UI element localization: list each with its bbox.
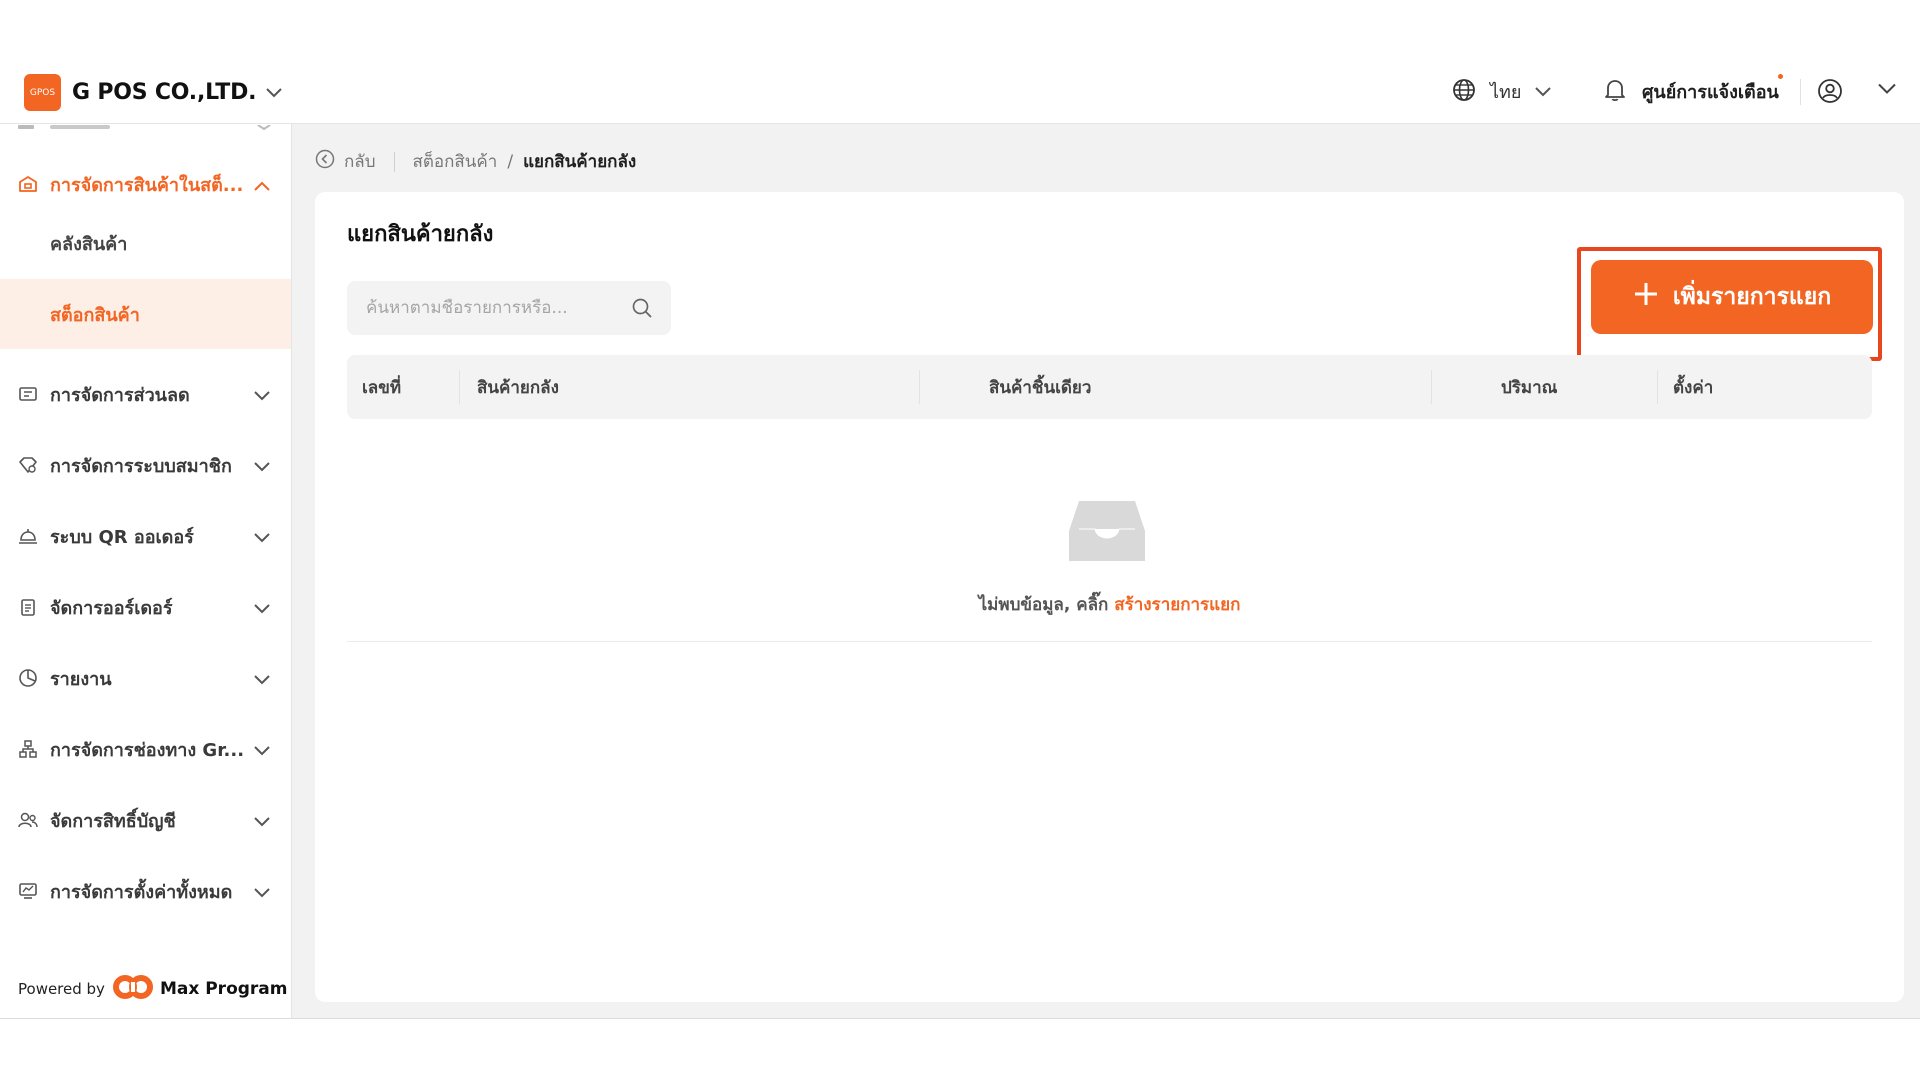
sidebar-item-orders[interactable]: จัดการออร์เดอร์ bbox=[0, 577, 291, 637]
breadcrumb-separator: / bbox=[507, 151, 514, 172]
powered-by: Powered by Max Program bbox=[18, 973, 288, 1005]
table-header: เลขที่ สินค้ายกลัง สินค้าชิ้นเดียว ปริมา… bbox=[347, 355, 1872, 419]
chevron-down-icon bbox=[254, 598, 270, 619]
account-users-icon bbox=[18, 810, 38, 830]
back-circle-icon bbox=[315, 149, 335, 174]
pie-chart-icon bbox=[18, 668, 38, 688]
company-switcher[interactable]: GPOS G POS CO.,LTD. bbox=[24, 74, 283, 111]
language-selector[interactable]: ไทย bbox=[1452, 77, 1552, 106]
warehouse-icon bbox=[18, 174, 38, 194]
chevron-down-icon bbox=[254, 385, 270, 406]
breadcrumb: กลับ สต็อกสินค้า / แยกสินค้ายกลัง bbox=[315, 148, 636, 175]
search-icon[interactable] bbox=[631, 297, 653, 323]
powered-by-brand: Max Program bbox=[159, 979, 288, 999]
sidebar-item-inventory-management[interactable]: การจัดการสินค้าในสต็... bbox=[0, 154, 291, 214]
column-header-quantity: ปริมาณ bbox=[1501, 377, 1558, 398]
notification-center-label: ศูนย์การแจ้งเตือน bbox=[1642, 82, 1779, 103]
discount-icon bbox=[18, 384, 38, 404]
search-input[interactable] bbox=[366, 298, 616, 318]
company-name: G POS CO.,LTD. bbox=[72, 80, 257, 105]
sidebar-subitem-label: คลังสินค้า bbox=[50, 233, 128, 255]
empty-state: ไม่พบข้อมูล, คลิ๊ก สร้างรายการแยก bbox=[347, 419, 1872, 642]
user-avatar-icon[interactable] bbox=[1817, 78, 1843, 108]
sidebar-item-label: จัดการสิทธิ์บัญชี bbox=[50, 810, 176, 832]
top-header: GPOS G POS CO.,LTD. ไทย ศูนย์การแจ้งเตือ… bbox=[0, 61, 1920, 124]
sidebar-item-account-permissions[interactable]: จัดการสิทธิ์บัญชี bbox=[0, 790, 291, 850]
column-separator bbox=[459, 370, 460, 404]
chevron-down-icon bbox=[1535, 82, 1552, 101]
column-separator bbox=[919, 370, 920, 404]
breadcrumb-divider bbox=[393, 151, 395, 172]
service-bell-icon bbox=[18, 526, 38, 546]
bell-icon bbox=[1604, 78, 1626, 106]
sidebar-subitem-stock[interactable]: สต็อกสินค้า bbox=[0, 279, 291, 349]
chevron-down-icon bbox=[254, 740, 270, 761]
sidebar-item-label: รายงาน bbox=[50, 668, 112, 690]
chevron-down-icon bbox=[254, 527, 270, 548]
header-divider bbox=[1800, 79, 1801, 105]
create-split-item-link[interactable]: สร้างรายการแยก bbox=[1114, 595, 1240, 615]
empty-state-text: ไม่พบข้อมูล, คลิ๊ก bbox=[978, 595, 1109, 615]
chevron-down-icon bbox=[254, 811, 270, 832]
user-menu-chevron-icon[interactable] bbox=[1878, 80, 1896, 99]
chevron-down-icon bbox=[254, 669, 270, 690]
sidebar-item-label: การจัดการส่วนลด bbox=[50, 384, 190, 406]
sidebar-subitem-label: สต็อกสินค้า bbox=[50, 304, 140, 326]
add-split-item-button[interactable]: เพิ่มรายการแยก bbox=[1591, 260, 1873, 334]
channel-tree-icon bbox=[18, 739, 38, 759]
chevron-down-icon bbox=[254, 456, 270, 477]
empty-inbox-icon bbox=[1067, 499, 1147, 567]
breadcrumb-current: แยกสินค้ายกลัง bbox=[523, 152, 637, 172]
breadcrumb-parent-link[interactable]: สต็อกสินค้า bbox=[413, 148, 498, 175]
sidebar-item-label: การจัดการตั้งค่าทั้งหมด bbox=[50, 881, 233, 903]
empty-state-message: ไม่พบข้อมูล, คลิ๊ก สร้างรายการแยก bbox=[347, 591, 1872, 618]
sidebar-item-label: การจัดการช่องทาง Gr... bbox=[50, 739, 245, 761]
gpos-logo: GPOS bbox=[24, 74, 61, 111]
sidebar-item-membership[interactable]: การจัดการระบบสมาชิก bbox=[0, 435, 291, 495]
chevron-up-icon bbox=[254, 175, 270, 196]
column-header-number: เลขที่ bbox=[362, 377, 402, 398]
sidebar: การจัดการสินค้าในสต็... คลังสินค้า สต็อก… bbox=[0, 124, 292, 1018]
column-header-bulk-product: สินค้ายกลัง bbox=[477, 377, 559, 398]
column-header-settings: ตั้งค่า bbox=[1673, 377, 1714, 398]
language-label: ไทย bbox=[1490, 82, 1522, 103]
column-separator bbox=[1657, 370, 1658, 404]
sidebar-item-reports[interactable]: รายงาน bbox=[0, 648, 291, 708]
sidebar-item-all-settings[interactable]: การจัดการตั้งค่าทั้งหมด bbox=[0, 861, 291, 921]
sidebar-item-qr-order[interactable]: ระบบ QR ออเดอร์ bbox=[0, 506, 291, 566]
powered-by-label: Powered by bbox=[18, 980, 105, 998]
max-program-logo-icon bbox=[112, 973, 154, 1005]
sidebar-scroll-cutoff bbox=[0, 124, 291, 138]
notification-badge-dot bbox=[1777, 74, 1783, 79]
add-split-item-label: เพิ่มรายการแยก bbox=[1672, 284, 1832, 310]
settings-monitor-icon bbox=[18, 881, 38, 901]
sidebar-item-label: ระบบ QR ออเดอร์ bbox=[50, 526, 194, 548]
sidebar-item-label: การจัดการสินค้าในสต็... bbox=[50, 174, 244, 196]
sidebar-item-channels[interactable]: การจัดการช่องทาง Gr... bbox=[0, 719, 291, 779]
back-button[interactable]: กลับ bbox=[315, 148, 376, 175]
search-box[interactable] bbox=[347, 281, 671, 335]
chevron-down-icon bbox=[254, 882, 270, 903]
content-card: แยกสินค้ายกลัง เพิ่มรายการแยก เลขที่ สิน… bbox=[315, 192, 1904, 1002]
chevron-down-icon[interactable] bbox=[266, 83, 283, 102]
back-label: กลับ bbox=[344, 152, 376, 172]
sidebar-subitem-warehouse[interactable]: คลังสินค้า bbox=[0, 208, 291, 278]
column-header-single-product: สินค้าชิ้นเดียว bbox=[989, 377, 1092, 398]
page-title: แยกสินค้ายกลัง bbox=[347, 222, 494, 247]
column-separator bbox=[1431, 370, 1432, 404]
notification-center-button[interactable]: ศูนย์การแจ้งเตือน bbox=[1604, 74, 1783, 106]
plus-icon bbox=[1633, 281, 1659, 313]
app-window: GPOS G POS CO.,LTD. ไทย ศูนย์การแจ้งเตือ… bbox=[0, 61, 1920, 1019]
sidebar-item-discount[interactable]: การจัดการส่วนลด bbox=[0, 364, 291, 424]
member-diamond-icon bbox=[18, 455, 38, 475]
clipboard-icon bbox=[18, 597, 38, 617]
globe-icon bbox=[1452, 78, 1476, 106]
sidebar-item-label: จัดการออร์เดอร์ bbox=[50, 597, 173, 619]
sidebar-item-label: การจัดการระบบสมาชิก bbox=[50, 455, 232, 477]
